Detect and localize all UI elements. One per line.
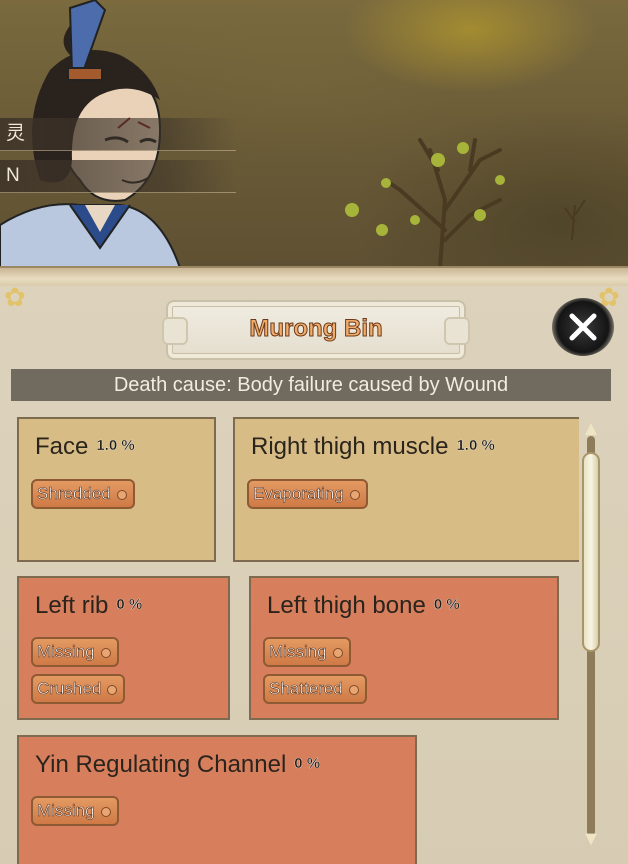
name-strip-2: N [0, 160, 236, 193]
injury-percent: 0 % [116, 596, 143, 613]
injury-part-title: Face 1.0 % [35, 433, 135, 460]
close-x-icon [569, 313, 597, 341]
death-cause-bar: Death cause: Body failure caused by Woun… [11, 369, 611, 401]
character-name: Murong Bin [249, 315, 383, 343]
name-strip-1: 灵 [0, 118, 236, 151]
scrollbar-thumb[interactable] [582, 452, 600, 652]
injury-card: Face 1.0 % Shredded [17, 417, 216, 562]
injury-tag: Missing [31, 637, 119, 667]
panel-top-border [0, 266, 628, 286]
injury-tag: Missing [263, 637, 351, 667]
injury-percent: 1.0 % [96, 437, 135, 454]
corner-ornament-icon: ✿ [4, 282, 26, 312]
injury-percent: 0 % [294, 755, 321, 772]
injury-part-title: Yin Regulating Channel 0 % [35, 751, 321, 778]
injury-card: Right thigh muscle 1.0 % Evaporating [233, 417, 579, 562]
injury-part-title: Left rib 0 % [35, 592, 143, 619]
tag-dot-icon [107, 685, 118, 695]
injury-tag: Evaporating [247, 479, 368, 509]
injury-list[interactable]: Face 1.0 % Shredded Right thigh muscle 1.0… [11, 412, 579, 864]
arrow-up-icon[interactable]: ▲ [580, 418, 602, 440]
close-button[interactable] [552, 298, 614, 356]
injury-tag: Shredded [31, 479, 135, 509]
injury-part-title: Left thigh bone 0 % [267, 592, 460, 619]
injury-tag: Shattered [263, 674, 367, 704]
tag-dot-icon [100, 648, 111, 658]
tag-dot-icon [349, 490, 360, 500]
world-scene: 灵 N [0, 0, 628, 268]
tag-dot-icon [100, 807, 111, 817]
tag-dot-icon [116, 490, 127, 500]
injury-card: Yin Regulating Channel 0 % Missing [17, 735, 417, 864]
tag-dot-icon [348, 685, 359, 695]
tag-dot-icon [332, 648, 343, 658]
injury-card: Left thigh bone 0 % Missing Shattered [249, 576, 559, 720]
injury-percent: 1.0 % [456, 437, 495, 454]
name-plaque: Murong Bin [162, 300, 470, 360]
arrow-down-icon[interactable]: ▼ [580, 828, 602, 850]
injury-percent: 0 % [433, 596, 460, 613]
injury-part-title: Right thigh muscle 1.0 % [251, 433, 495, 460]
injury-card: Left rib 0 % Missing Crushed [17, 576, 230, 720]
injury-tag: Missing [31, 796, 119, 826]
injury-tag: Crushed [31, 674, 126, 704]
